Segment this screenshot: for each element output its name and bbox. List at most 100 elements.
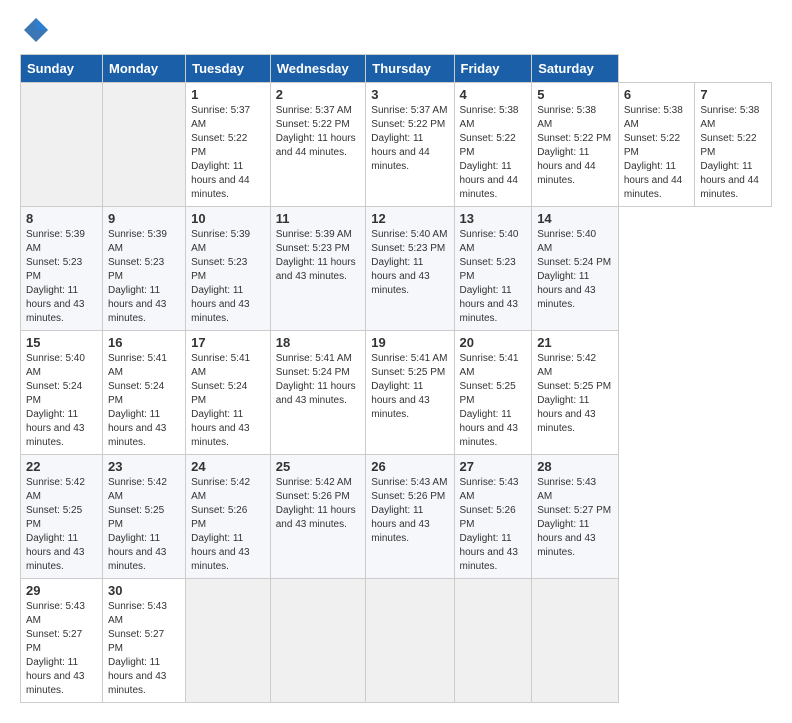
table-row (366, 579, 454, 703)
table-row: 23Sunrise: 5:42 AMSunset: 5:25 PMDayligh… (102, 455, 185, 579)
day-info: Sunrise: 5:37 AMSunset: 5:22 PMDaylight:… (191, 105, 250, 200)
day-info: Sunrise: 5:39 AMSunset: 5:23 PMDaylight:… (26, 229, 85, 324)
table-row (186, 579, 271, 703)
table-row: 12 Sunrise: 5:40 AMSunset: 5:23 PMDayligh… (366, 207, 454, 331)
day-info: Sunrise: 5:43 AMSunset: 5:27 PMDaylight:… (26, 601, 85, 696)
header-saturday: Saturday (532, 55, 619, 83)
day-info: Sunrise: 5:39 AMSunset: 5:23 PMDaylight:… (108, 229, 167, 324)
table-row: 20 Sunrise: 5:41 AMSunset: 5:25 PMDayligh… (454, 331, 532, 455)
table-row: 24 Sunrise: 5:42 AMSunset: 5:26 PMDayligh… (186, 455, 271, 579)
table-row: 27 Sunrise: 5:43 AMSunset: 5:26 PMDayligh… (454, 455, 532, 579)
table-row: 17 Sunrise: 5:41 AMSunset: 5:24 PMDayligh… (186, 331, 271, 455)
day-number: 2 (276, 87, 361, 102)
header-friday: Friday (454, 55, 532, 83)
day-number: 5 (537, 87, 613, 102)
table-row: 21 Sunrise: 5:42 AMSunset: 5:25 PMDayligh… (532, 331, 619, 455)
calendar-week-row: 8 Sunrise: 5:39 AMSunset: 5:23 PMDaylight… (21, 207, 772, 331)
day-number: 4 (460, 87, 527, 102)
day-number: 21 (537, 335, 613, 350)
day-info: Sunrise: 5:38 AMSunset: 5:22 PMDaylight:… (700, 105, 759, 200)
header-sunday: Sunday (21, 55, 103, 83)
day-number: 3 (371, 87, 448, 102)
header-wednesday: Wednesday (270, 55, 366, 83)
day-info: Sunrise: 5:43 AMSunset: 5:26 PMDaylight:… (460, 477, 519, 572)
day-info: Sunrise: 5:39 AMSunset: 5:23 PMDaylight:… (191, 229, 250, 324)
table-row: 8 Sunrise: 5:39 AMSunset: 5:23 PMDaylight… (21, 207, 103, 331)
day-info: Sunrise: 5:43 AMSunset: 5:26 PMDaylight:… (371, 477, 447, 544)
day-number: 19 (371, 335, 448, 350)
day-info: Sunrise: 5:40 AMSunset: 5:23 PMDaylight:… (371, 229, 447, 296)
table-row: 13 Sunrise: 5:40 AMSunset: 5:23 PMDayligh… (454, 207, 532, 331)
page-header (20, 20, 772, 38)
day-info: Sunrise: 5:40 AMSunset: 5:24 PMDaylight:… (537, 229, 611, 310)
day-number: 30 (108, 583, 180, 598)
day-number: 28 (537, 459, 613, 474)
day-number: 8 (26, 211, 97, 226)
day-info: Sunrise: 5:37 AMSunset: 5:22 PMDaylight:… (371, 105, 447, 172)
table-row: 9 Sunrise: 5:39 AMSunset: 5:23 PMDaylight… (102, 207, 185, 331)
day-info: Sunrise: 5:41 AMSunset: 5:24 PMDaylight:… (276, 353, 356, 406)
day-info: Sunrise: 5:37 AMSunset: 5:22 PMDaylight:… (276, 105, 356, 158)
table-row (21, 83, 103, 207)
calendar-week-row: 22 Sunrise: 5:42 AMSunset: 5:25 PMDayligh… (21, 455, 772, 579)
day-number: 26 (371, 459, 448, 474)
day-number: 7 (700, 87, 766, 102)
day-number: 27 (460, 459, 527, 474)
day-info: Sunrise: 5:41 AMSunset: 5:25 PMDaylight:… (371, 353, 447, 420)
day-info: Sunrise: 5:41 AMSunset: 5:24 PMDaylight:… (108, 353, 167, 448)
table-row: 28 Sunrise: 5:43 AMSunset: 5:27 PMDayligh… (532, 455, 619, 579)
table-row: 1 Sunrise: 5:37 AMSunset: 5:22 PMDaylight… (186, 83, 271, 207)
day-info: Sunrise: 5:40 AMSunset: 5:23 PMDaylight:… (460, 229, 519, 324)
day-info: Sunrise: 5:43 AMSunset: 5:27 PMDaylight:… (108, 601, 167, 696)
day-number: 17 (191, 335, 265, 350)
day-number: 16 (108, 335, 180, 350)
calendar-header-row: Sunday Monday Tuesday Wednesday Thursday… (21, 55, 772, 83)
table-row: 16 Sunrise: 5:41 AMSunset: 5:24 PMDayligh… (102, 331, 185, 455)
day-number: 25 (276, 459, 361, 474)
table-row (102, 83, 185, 207)
table-row: 15Sunrise: 5:40 AMSunset: 5:24 PMDayligh… (21, 331, 103, 455)
table-row: 19 Sunrise: 5:41 AMSunset: 5:25 PMDayligh… (366, 331, 454, 455)
day-number: 1 (191, 87, 265, 102)
table-row: 3 Sunrise: 5:37 AMSunset: 5:22 PMDaylight… (366, 83, 454, 207)
table-row: 18 Sunrise: 5:41 AMSunset: 5:24 PMDayligh… (270, 331, 366, 455)
table-row: 10 Sunrise: 5:39 AMSunset: 5:23 PMDayligh… (186, 207, 271, 331)
day-number: 22 (26, 459, 97, 474)
day-number: 24 (191, 459, 265, 474)
day-number: 29 (26, 583, 97, 598)
day-info: Sunrise: 5:41 AMSunset: 5:25 PMDaylight:… (460, 353, 519, 448)
day-info: Sunrise: 5:38 AMSunset: 5:22 PMDaylight:… (537, 105, 611, 186)
table-row: 30 Sunrise: 5:43 AMSunset: 5:27 PMDayligh… (102, 579, 185, 703)
day-info: Sunrise: 5:38 AMSunset: 5:22 PMDaylight:… (460, 105, 519, 200)
day-info: Sunrise: 5:43 AMSunset: 5:27 PMDaylight:… (537, 477, 611, 558)
day-number: 9 (108, 211, 180, 226)
table-row: 11Sunrise: 5:39 AMSunset: 5:23 PMDayligh… (270, 207, 366, 331)
day-info: Sunrise: 5:38 AMSunset: 5:22 PMDaylight:… (624, 105, 683, 200)
day-number: 10 (191, 211, 265, 226)
table-row (270, 579, 366, 703)
table-row: 5 Sunrise: 5:38 AMSunset: 5:22 PMDaylight… (532, 83, 619, 207)
day-number: 13 (460, 211, 527, 226)
day-info: Sunrise: 5:42 AMSunset: 5:25 PMDaylight:… (537, 353, 611, 434)
day-number: 12 (371, 211, 448, 226)
header-monday: Monday (102, 55, 185, 83)
day-info: Sunrise: 5:42 AMSunset: 5:26 PMDaylight:… (191, 477, 250, 572)
day-info: Sunrise: 5:41 AMSunset: 5:24 PMDaylight:… (191, 353, 250, 448)
day-number: 20 (460, 335, 527, 350)
header-thursday: Thursday (366, 55, 454, 83)
header-tuesday: Tuesday (186, 55, 271, 83)
day-info: Sunrise: 5:42 AMSunset: 5:25 PMDaylight:… (26, 477, 85, 572)
table-row: 2 Sunrise: 5:37 AMSunset: 5:22 PMDaylight… (270, 83, 366, 207)
table-row: 26 Sunrise: 5:43 AMSunset: 5:26 PMDayligh… (366, 455, 454, 579)
day-info: Sunrise: 5:40 AMSunset: 5:24 PMDaylight:… (26, 353, 85, 448)
calendar-week-row: 1 Sunrise: 5:37 AMSunset: 5:22 PMDaylight… (21, 83, 772, 207)
logo-icon (22, 16, 50, 44)
table-row: 14Sunrise: 5:40 AMSunset: 5:24 PMDayligh… (532, 207, 619, 331)
calendar-week-row: 15Sunrise: 5:40 AMSunset: 5:24 PMDayligh… (21, 331, 772, 455)
table-row: 6Sunrise: 5:38 AMSunset: 5:22 PMDaylight… (618, 83, 695, 207)
table-row: 4 Sunrise: 5:38 AMSunset: 5:22 PMDaylight… (454, 83, 532, 207)
day-number: 23 (108, 459, 180, 474)
logo (20, 20, 50, 38)
calendar-week-row: 29 Sunrise: 5:43 AMSunset: 5:27 PMDayligh… (21, 579, 772, 703)
day-number: 18 (276, 335, 361, 350)
